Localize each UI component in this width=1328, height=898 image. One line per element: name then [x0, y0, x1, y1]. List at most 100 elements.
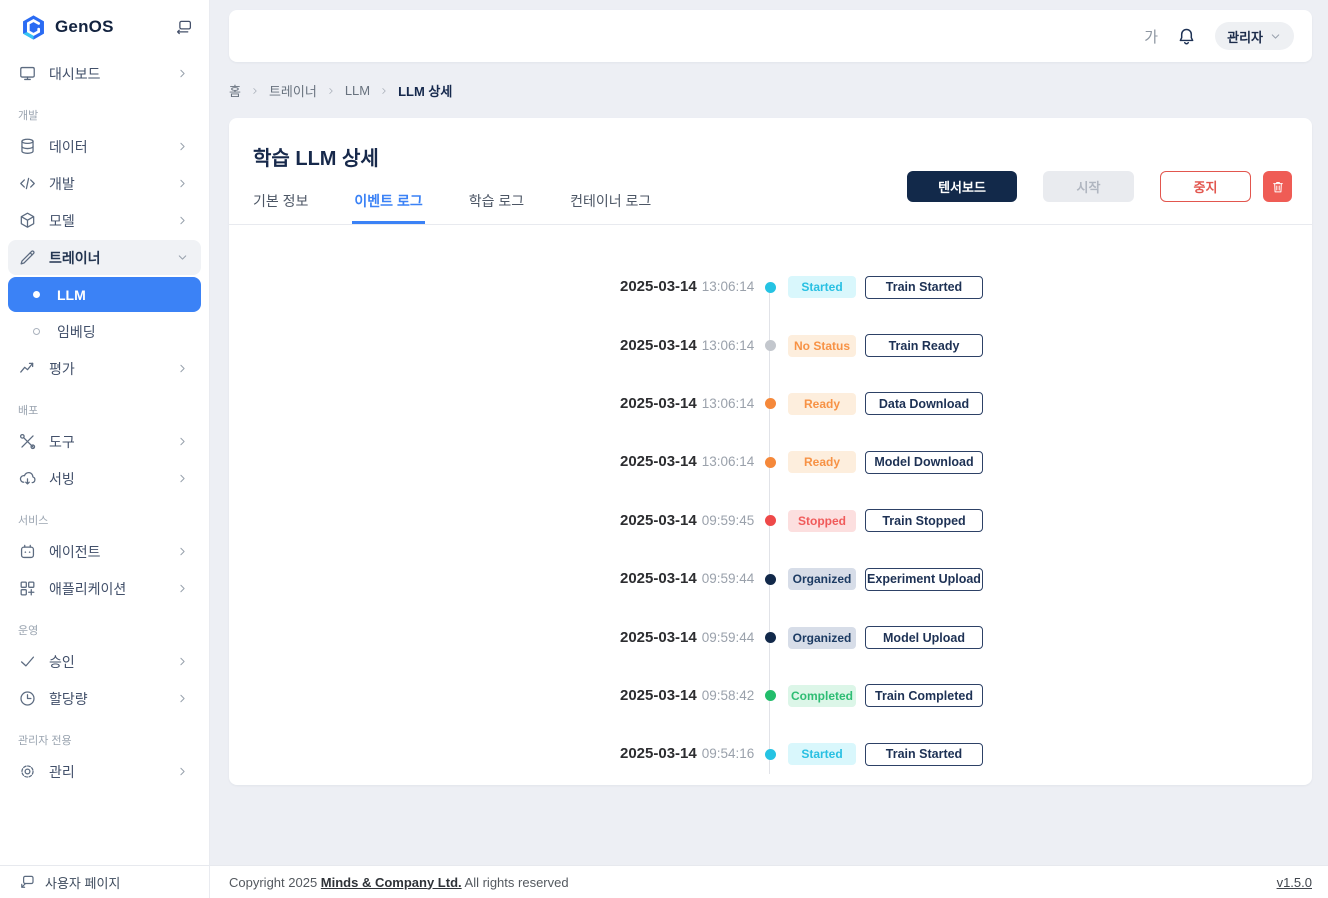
breadcrumb-llm[interactable]: LLM [345, 83, 370, 98]
share-chat-icon [18, 873, 36, 891]
chevron-right-icon [379, 86, 389, 96]
chevron-right-icon [250, 86, 260, 96]
sidebar-item-serving[interactable]: 서빙 [8, 461, 201, 496]
tab-basic-info[interactable]: 기본 정보 [251, 181, 310, 224]
company-link[interactable]: Minds & Company Ltd. [321, 875, 462, 890]
start-button[interactable]: 시작 [1043, 171, 1134, 202]
timeline-dot [765, 340, 776, 351]
chevron-right-icon [176, 472, 189, 485]
breadcrumb-trainer[interactable]: 트레이너 [269, 81, 317, 100]
sidebar-item-trainer[interactable]: 트레이너 [8, 240, 201, 275]
chart-icon [18, 359, 37, 378]
status-badge: Started [788, 743, 856, 765]
main-area: 가 관리자 홈 트레이너 LLM LLM 상세 학습 LLM 상세 기본 정보 … [211, 0, 1328, 865]
sidebar-item-dashboard[interactable]: 대시보드 [8, 56, 201, 91]
sidebar-item-embedding[interactable]: 임베딩 [8, 314, 201, 349]
profile-label: 관리자 [1227, 27, 1263, 46]
timeline-time: 13:06:14 [702, 279, 755, 294]
event-label: Train Started [865, 276, 983, 299]
timeline-datetime: 2025-03-1413:06:14 [620, 337, 752, 355]
sidebar-item-agent[interactable]: 에이전트 [8, 534, 201, 569]
timeline-datetime: 2025-03-1409:58:42 [620, 687, 752, 705]
bell-icon[interactable] [1176, 26, 1197, 47]
sidebar-nav: 대시보드 개발 데이터 개발 모델 트레이너 LLM [0, 48, 209, 865]
version-link[interactable]: v1.5.0 [1277, 875, 1312, 890]
timeline-datetime: 2025-03-1409:59:45 [620, 512, 752, 530]
timeline-date: 2025-03-14 [620, 687, 697, 704]
sidebar-item-develop[interactable]: 개발 [8, 166, 201, 201]
timeline-time: 09:54:16 [702, 746, 755, 761]
timeline-time: 13:06:14 [702, 396, 755, 411]
section-label: 배포 [0, 402, 209, 422]
topbar: 가 관리자 [229, 10, 1312, 62]
timeline-dot [765, 574, 776, 585]
tensorboard-button[interactable]: 텐서보드 [907, 171, 1017, 202]
timeline-datetime: 2025-03-1413:06:14 [620, 278, 752, 296]
apps-icon [18, 579, 37, 598]
timeline-time: 09:59:45 [702, 513, 755, 528]
sidebar-item-label: 에이전트 [49, 542, 101, 562]
timeline-time: 13:06:14 [702, 454, 755, 469]
trash-icon [1270, 179, 1286, 195]
tab-train-log[interactable]: 학습 로그 [467, 181, 526, 224]
sidebar-item-label: 승인 [49, 652, 75, 672]
copyright-suffix: All rights reserved [465, 875, 569, 890]
timeline-entry: 2025-03-1413:06:14 Ready Data Download [620, 375, 1000, 433]
timeline-entry: 2025-03-1413:06:14 Ready Model Download [620, 433, 1000, 491]
chevron-right-icon [176, 214, 189, 227]
sidebar-item-evaluation[interactable]: 평가 [8, 351, 201, 386]
action-buttons: 텐서보드 시작 중지 [907, 171, 1292, 202]
status-badge: Organized [788, 627, 856, 649]
timeline-date: 2025-03-14 [620, 629, 697, 646]
sidebar-item-data[interactable]: 데이터 [8, 129, 201, 164]
timeline-dot [765, 690, 776, 701]
sidebar-item-model[interactable]: 모델 [8, 203, 201, 238]
breadcrumb-current: LLM 상세 [398, 81, 452, 100]
chevron-right-icon [176, 545, 189, 558]
stop-button[interactable]: 중지 [1160, 171, 1251, 202]
timeline-datetime: 2025-03-14 09:54:16 [620, 745, 752, 763]
sidebar-item-label: 애플리케이션 [49, 579, 126, 599]
sidebar-item-application[interactable]: 애플리케이션 [8, 571, 201, 606]
gear-icon [18, 762, 37, 781]
language-button[interactable]: 가 [1144, 26, 1158, 47]
status-badge: Completed [788, 685, 856, 707]
sidebar-item-label: LLM [57, 287, 86, 303]
user-page-link[interactable]: 사용자 페이지 [0, 866, 210, 898]
database-icon [18, 137, 37, 156]
event-label: Data Download [865, 392, 983, 415]
sidebar-item-label: 모델 [49, 211, 75, 231]
chevron-right-icon [176, 765, 189, 778]
sidebar-item-approval[interactable]: 승인 [8, 644, 201, 679]
genos-logo-icon [20, 14, 47, 41]
breadcrumb-home[interactable]: 홈 [229, 81, 241, 100]
timeline-entry: 2025-03-1409:59:45 Stopped Train Stopped [620, 492, 1000, 550]
timeline-entry: 2025-03-1409:59:44 Organized Model Uploa… [620, 608, 1000, 666]
copyright-text: Copyright 2025 Minds & Company Ltd. All … [229, 875, 569, 890]
event-label: Train Ready [865, 334, 983, 357]
tab-event-log[interactable]: 이벤트 로그 [352, 181, 424, 224]
cube-icon [18, 211, 37, 230]
timeline-dot [765, 457, 776, 468]
dot-outline-icon [33, 328, 40, 335]
sidebar-item-llm[interactable]: LLM [8, 277, 201, 312]
chevron-right-icon [176, 140, 189, 153]
detail-card: 학습 LLM 상세 기본 정보 이벤트 로그 학습 로그 컨테이너 로그 텐서보… [229, 118, 1312, 785]
timeline-date: 2025-03-14 [620, 745, 697, 762]
sidebar-item-admin[interactable]: 관리 [8, 754, 201, 789]
sidebar-item-label: 서빙 [49, 469, 75, 489]
panel-collapse-icon[interactable] [173, 16, 195, 38]
timeline-date: 2025-03-14 [620, 337, 697, 354]
agent-icon [18, 542, 37, 561]
sidebar-item-label: 데이터 [49, 137, 88, 157]
sidebar-item-label: 평가 [49, 359, 75, 379]
sidebar-item-quota[interactable]: 할당량 [8, 681, 201, 716]
delete-button[interactable] [1263, 171, 1292, 202]
section-label: 서비스 [0, 512, 209, 532]
status-badge: Ready [788, 451, 856, 473]
sidebar: GenOS 대시보드 개발 데이터 개발 모델 [0, 0, 210, 865]
profile-menu[interactable]: 관리자 [1215, 22, 1294, 50]
sidebar-item-tools[interactable]: 도구 [8, 424, 201, 459]
timeline-entry: 2025-03-1409:58:42 Completed Train Compl… [620, 667, 1000, 725]
sidebar-item-label: 대시보드 [49, 64, 101, 84]
